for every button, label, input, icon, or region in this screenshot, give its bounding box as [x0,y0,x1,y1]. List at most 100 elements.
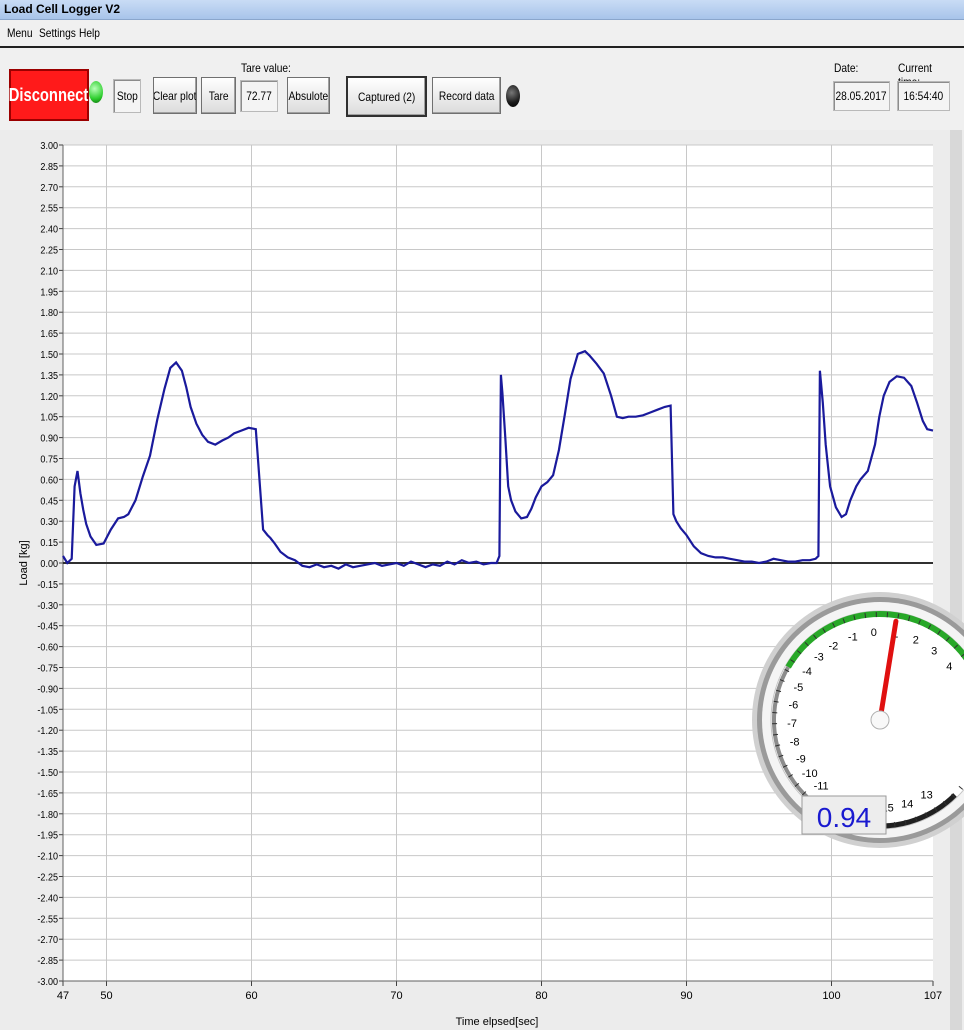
y-tick-label: -2.70 [37,935,58,947]
y-tick-label: 0.75 [40,454,58,466]
y-tick-label: 1.05 [40,412,58,424]
y-tick-label: -2.40 [37,893,58,905]
record-data-button[interactable]: Record data [432,77,501,114]
tare-label: Tare [208,88,229,103]
gauge-scale-label: -10 [802,768,818,780]
date-label: Date: [834,61,859,75]
x-axis-label: Time elpsed[sec] [456,1016,539,1028]
y-tick-label: 1.20 [40,391,58,403]
clear-plot-button[interactable]: Clear plot [153,77,197,114]
y-tick-label: -1.50 [37,767,58,779]
y-tick-label: -1.35 [37,747,58,759]
y-tick-label: -0.90 [37,684,58,696]
y-tick-label: 2.40 [40,224,58,236]
y-tick-label: 0.60 [40,475,58,487]
stop-button[interactable]: Stop [113,79,141,113]
x-tick-label: 50 [100,990,112,1002]
x-tick-label: 90 [680,990,692,1002]
y-tick-label: 1.35 [40,370,58,382]
y-tick-label: -2.85 [37,956,58,968]
captured-button[interactable]: Captured (2) [346,76,427,117]
gauge-scale-label: -7 [787,718,797,730]
tare-value-label: Tare value: [241,61,291,75]
gauge-scale-label: -4 [802,666,812,678]
clear-plot-label: Clear plot [153,88,197,103]
x-tick-label: 70 [390,990,402,1002]
y-tick-label: -1.20 [37,726,58,738]
y-tick-label: 2.85 [40,161,58,173]
date-field: 28.05.2017 [833,81,890,111]
x-tick-label: 80 [535,990,547,1002]
captured-label: Captured (2) [357,89,416,104]
y-tick-label: 0.90 [40,433,58,445]
tare-value-field: 72.77 [240,80,278,112]
x-tick-label: 107 [924,990,942,1002]
gauge-tick [864,612,867,619]
y-tick-label: -0.30 [37,600,58,612]
y-tick-label: -1.65 [37,788,58,800]
tare-value-heading: Tare value: [241,61,300,75]
window-title-bar: Load Cell Logger V2 [0,0,964,20]
date-value: 28.05.2017 [835,89,888,103]
gauge-scale-label: -11 [814,780,829,792]
x-tick-label: 47 [57,990,69,1002]
absolute-label: Absulote [288,88,329,103]
gauge-scale-label: -3 [814,652,824,664]
gauge-tick [772,733,779,736]
y-tick-label: 2.25 [40,245,58,257]
record-led-icon [506,85,520,107]
y-tick-label: 2.10 [40,266,58,278]
y-tick-label: 0.30 [40,517,58,529]
gauge-scale-label: -1 [848,631,858,643]
gauge-scale-label: 0 [871,627,877,639]
current-time-value: 16:54:40 [903,89,944,103]
y-tick-label: -1.05 [37,705,58,717]
tare-value: 72.77 [246,89,272,103]
y-tick-label: -3.00 [37,976,58,988]
y-tick-label: -0.15 [37,579,58,591]
y-tick-label: 1.95 [40,287,58,299]
y-tick-label: -0.45 [37,621,58,633]
tare-button[interactable]: Tare [201,77,236,114]
y-tick-label: 0.45 [40,496,58,508]
menu-bar: Menu Settings Help [0,20,964,48]
gauge-scale-label: 14 [901,799,913,811]
gauge-scale-label: 4 [946,661,952,673]
y-tick-label: 3.00 [40,140,58,152]
window-title: Load Cell Logger V2 [4,2,121,16]
menu-item-settings[interactable]: Settings [39,26,76,40]
y-tick-label: -2.55 [37,914,58,926]
absolute-button[interactable]: Absulote [287,77,330,114]
gauge-scale-label: -8 [790,736,800,748]
y-tick-label: 0.00 [40,558,58,570]
y-tick-label: -0.75 [37,663,58,675]
gauge-scale-label: 13 [921,790,933,802]
connection-led-icon [89,81,103,103]
stop-label: Stop [116,89,138,103]
y-tick-label: -1.95 [37,830,58,842]
menu-item-help[interactable]: Help [79,26,100,40]
disconnect-button[interactable]: Disconnect [9,69,89,121]
y-tick-label: 2.70 [40,182,58,194]
x-tick-label: 100 [822,990,840,1002]
gauge-scale-label: -2 [828,640,838,652]
gauge-tick [893,821,896,828]
y-tick-label: -1.80 [37,809,58,821]
gauge-scale-label: -9 [796,754,806,766]
y-tick-label: 0.15 [40,538,58,550]
gauge-scale-label: 3 [931,646,937,658]
record-data-label: Record data [438,88,495,103]
gauge-scale-label: 2 [913,635,919,647]
y-axis-label: Load [kg] [18,540,30,585]
y-tick-label: 1.50 [40,349,58,361]
x-tick-label: 60 [245,990,257,1002]
gauge-scale-label: -6 [788,700,798,712]
y-tick-label: 1.65 [40,329,58,341]
menu-item-menu[interactable]: Menu [7,26,33,40]
y-tick-label: 1.80 [40,308,58,320]
y-tick-label: 2.55 [40,203,58,215]
load-chart[interactable]: -3.00 -2.85 -2.70 -2.55 -2.40 -2.25 -2.10 -1.95… [0,130,964,1030]
gauge-value-display: 0.94 [817,802,872,833]
plot-scrollbar[interactable] [950,130,962,1030]
time-field: 16:54:40 [897,81,950,111]
